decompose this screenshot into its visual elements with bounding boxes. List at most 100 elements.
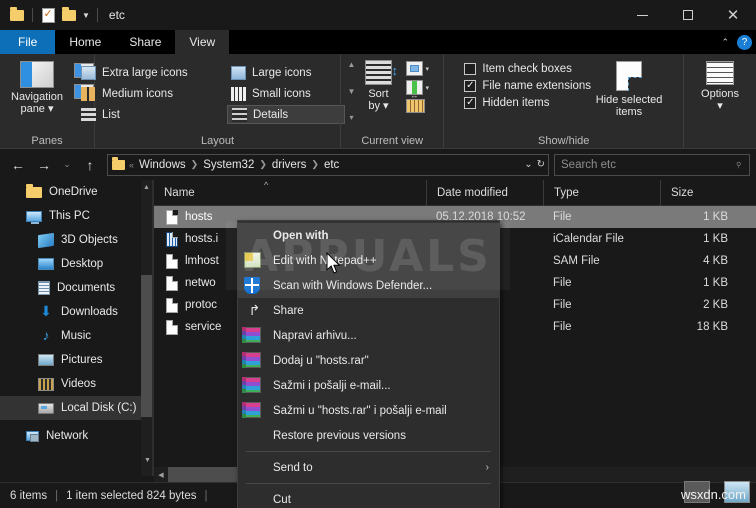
breadcrumb-windows[interactable]: Windows (136, 159, 189, 171)
sidebar-item-this-pc[interactable]: This PC (0, 204, 152, 228)
breadcrumb-overflow-icon[interactable]: « (129, 160, 134, 170)
context-menu-item-sazmi-u-hosts-rar[interactable]: Sažmi u "hosts.rar" i pošalji e-mail (238, 398, 499, 423)
sidebar-item-onedrive[interactable]: OneDrive (0, 180, 152, 204)
search-icon[interactable]: ⌕ (732, 158, 746, 172)
options-button[interactable]: Options▾ (690, 58, 750, 112)
breadcrumb-drivers[interactable]: drivers (269, 159, 310, 171)
new-folder-icon[interactable] (60, 6, 78, 24)
context-menu-item-scan-defender[interactable]: Scan with Windows Defender... (238, 273, 499, 298)
file-size-cell: 1 KB (660, 233, 738, 245)
sidebar-item-pictures[interactable]: Pictures (0, 348, 152, 372)
close-button[interactable]: ✕ (710, 0, 756, 30)
checkbox-item-check-boxes[interactable]: Item check boxes (464, 63, 591, 75)
chevron-down-icon[interactable]: ▾ (425, 84, 429, 92)
context-menu-item-open-with[interactable]: Open with (238, 223, 499, 248)
breadcrumb-etc[interactable]: etc (321, 159, 342, 171)
column-header-name[interactable]: Name ^ (154, 180, 426, 206)
sidebar-item-desktop[interactable]: Desktop (0, 252, 152, 276)
breadcrumb[interactable]: « Windows ❯ System32 ❯ drivers ❯ etc ⌄ ↻ (107, 154, 549, 176)
chevron-down-icon[interactable]: ▾ (425, 65, 429, 73)
checkbox-icon-checked[interactable] (464, 80, 476, 92)
sidebar-item-downloads[interactable]: ⬇ Downloads (0, 300, 152, 324)
layout-small-icons[interactable]: Small icons (227, 84, 345, 103)
column-header-type[interactable]: Type (543, 180, 660, 206)
tab-view[interactable]: View (175, 30, 229, 54)
no-icon-3 (244, 459, 265, 477)
scrollbar-thumb[interactable] (141, 275, 152, 417)
file-name-text: protoc (185, 299, 217, 311)
checkbox-icon-checked-2[interactable] (464, 97, 476, 109)
navigation-pane-button[interactable]: Navigation pane ▾ (0, 58, 74, 115)
back-button[interactable]: ← (6, 153, 30, 177)
scroll-up-icon[interactable]: ▲ (141, 180, 152, 194)
chevron-right-icon[interactable]: ❯ (191, 159, 199, 170)
chevron-right-icon-3[interactable]: ❯ (311, 159, 319, 170)
context-menu-item-napravi-arhivu[interactable]: Napravi arhivu... (238, 323, 499, 348)
minimize-button[interactable] (620, 0, 665, 30)
refresh-icon[interactable]: ↻ (537, 159, 545, 170)
chevron-right-icon-2[interactable]: ❯ (259, 159, 267, 170)
sidebar-item-3d-objects[interactable]: 3D Objects (0, 228, 152, 252)
breadcrumb-system32[interactable]: System32 (200, 159, 257, 171)
column-label-type: Type (554, 187, 579, 199)
context-menu-label-dodaj-u: Dodaj u "hosts.rar" (273, 355, 499, 367)
checkbox-icon-unchecked[interactable] (464, 63, 476, 75)
address-history-icon[interactable]: ⌄ (524, 159, 532, 170)
tab-share[interactable]: Share (115, 30, 175, 54)
context-menu-item-restore-previous-versions[interactable]: Restore previous versions (238, 423, 499, 448)
layout-extra-large-icons[interactable]: Extra large icons (77, 63, 227, 82)
context-menu-item-share[interactable]: ↱ Share (238, 298, 499, 323)
maximize-button[interactable] (665, 0, 710, 30)
layout-label-details: Details (253, 109, 288, 121)
column-header-date-modified[interactable]: Date modified (426, 180, 543, 206)
layout-label-xl: Extra large icons (102, 67, 188, 79)
context-menu-item-dodaj-u-hosts-rar[interactable]: Dodaj u "hosts.rar" (238, 348, 499, 373)
details-icon (232, 108, 247, 122)
status-separator-2: | (205, 490, 208, 502)
folder-icon[interactable] (8, 6, 26, 24)
search-input[interactable]: Search etc ⌕ (554, 154, 750, 176)
layout-large-icons[interactable]: Large icons (227, 63, 345, 82)
help-icon[interactable]: ? (737, 35, 752, 50)
checkbox-hidden-items[interactable]: Hidden items (464, 97, 591, 109)
context-menu-label-sazmi-i-posalji: Sažmi i pošalji e-mail... (273, 380, 499, 392)
context-menu-item-cut[interactable]: Cut (238, 487, 499, 508)
medium-icons-icon (81, 87, 96, 101)
recent-locations-button[interactable]: ⌄ (58, 153, 76, 177)
layout-medium-icons[interactable]: Medium icons (77, 84, 227, 103)
context-menu-item-edit-with-notepadpp[interactable]: Edit with Notepad++ (238, 248, 499, 273)
scroll-left-icon[interactable]: ◀ (154, 471, 168, 479)
share-icon: ↱ (244, 302, 265, 320)
hide-line1: Hide selected (596, 94, 663, 106)
column-header-size[interactable]: Size (660, 180, 738, 206)
context-menu-item-send-to[interactable]: Send to › (238, 455, 499, 480)
sort-by-button[interactable]: Sort by ▾ (355, 58, 401, 112)
onedrive-folder-icon (26, 187, 42, 198)
properties-icon[interactable] (39, 6, 57, 24)
navigation-pane-scrollbar[interactable]: ▲ (141, 180, 152, 476)
tab-home[interactable]: Home (55, 30, 115, 54)
collapse-ribbon-icon[interactable]: ⌃ (721, 37, 729, 48)
sidebar-item-videos[interactable]: Videos (0, 372, 152, 396)
sidebar-item-network[interactable]: Network (0, 424, 152, 448)
chevron-right-icon: › (486, 462, 489, 473)
sidebar-item-local-disk[interactable]: Local Disk (C:) (0, 396, 152, 420)
chevron-down-icon[interactable]: ▼ (82, 11, 90, 20)
navigation-scroll-down-icon[interactable]: ▼ (142, 453, 153, 467)
size-all-columns-button[interactable] (406, 99, 429, 113)
layout-list[interactable]: List (77, 105, 227, 124)
forward-button[interactable]: → (32, 153, 56, 177)
up-button[interactable]: ↑ (78, 153, 102, 177)
layout-label-list: List (102, 109, 120, 121)
context-menu-item-sazmi-i-posalji[interactable]: Sažmi i pošalji e-mail... (238, 373, 499, 398)
ribbon-right-controls: ⌃ ? (721, 30, 752, 54)
sidebar-item-documents[interactable]: Documents (0, 276, 152, 300)
tab-file[interactable]: File (0, 30, 55, 54)
layout-details[interactable]: Details (227, 105, 345, 124)
hide-selected-items-button[interactable]: Hide selected items (591, 58, 667, 118)
show-hide-checkboxes: Item check boxes File name extensions Hi… (460, 58, 591, 109)
sidebar-label-documents: Documents (57, 282, 115, 294)
sidebar-item-music[interactable]: ♪ Music (0, 324, 152, 348)
group-by-button[interactable]: ▾ (406, 61, 429, 76)
checkbox-file-name-extensions[interactable]: File name extensions (464, 80, 591, 92)
